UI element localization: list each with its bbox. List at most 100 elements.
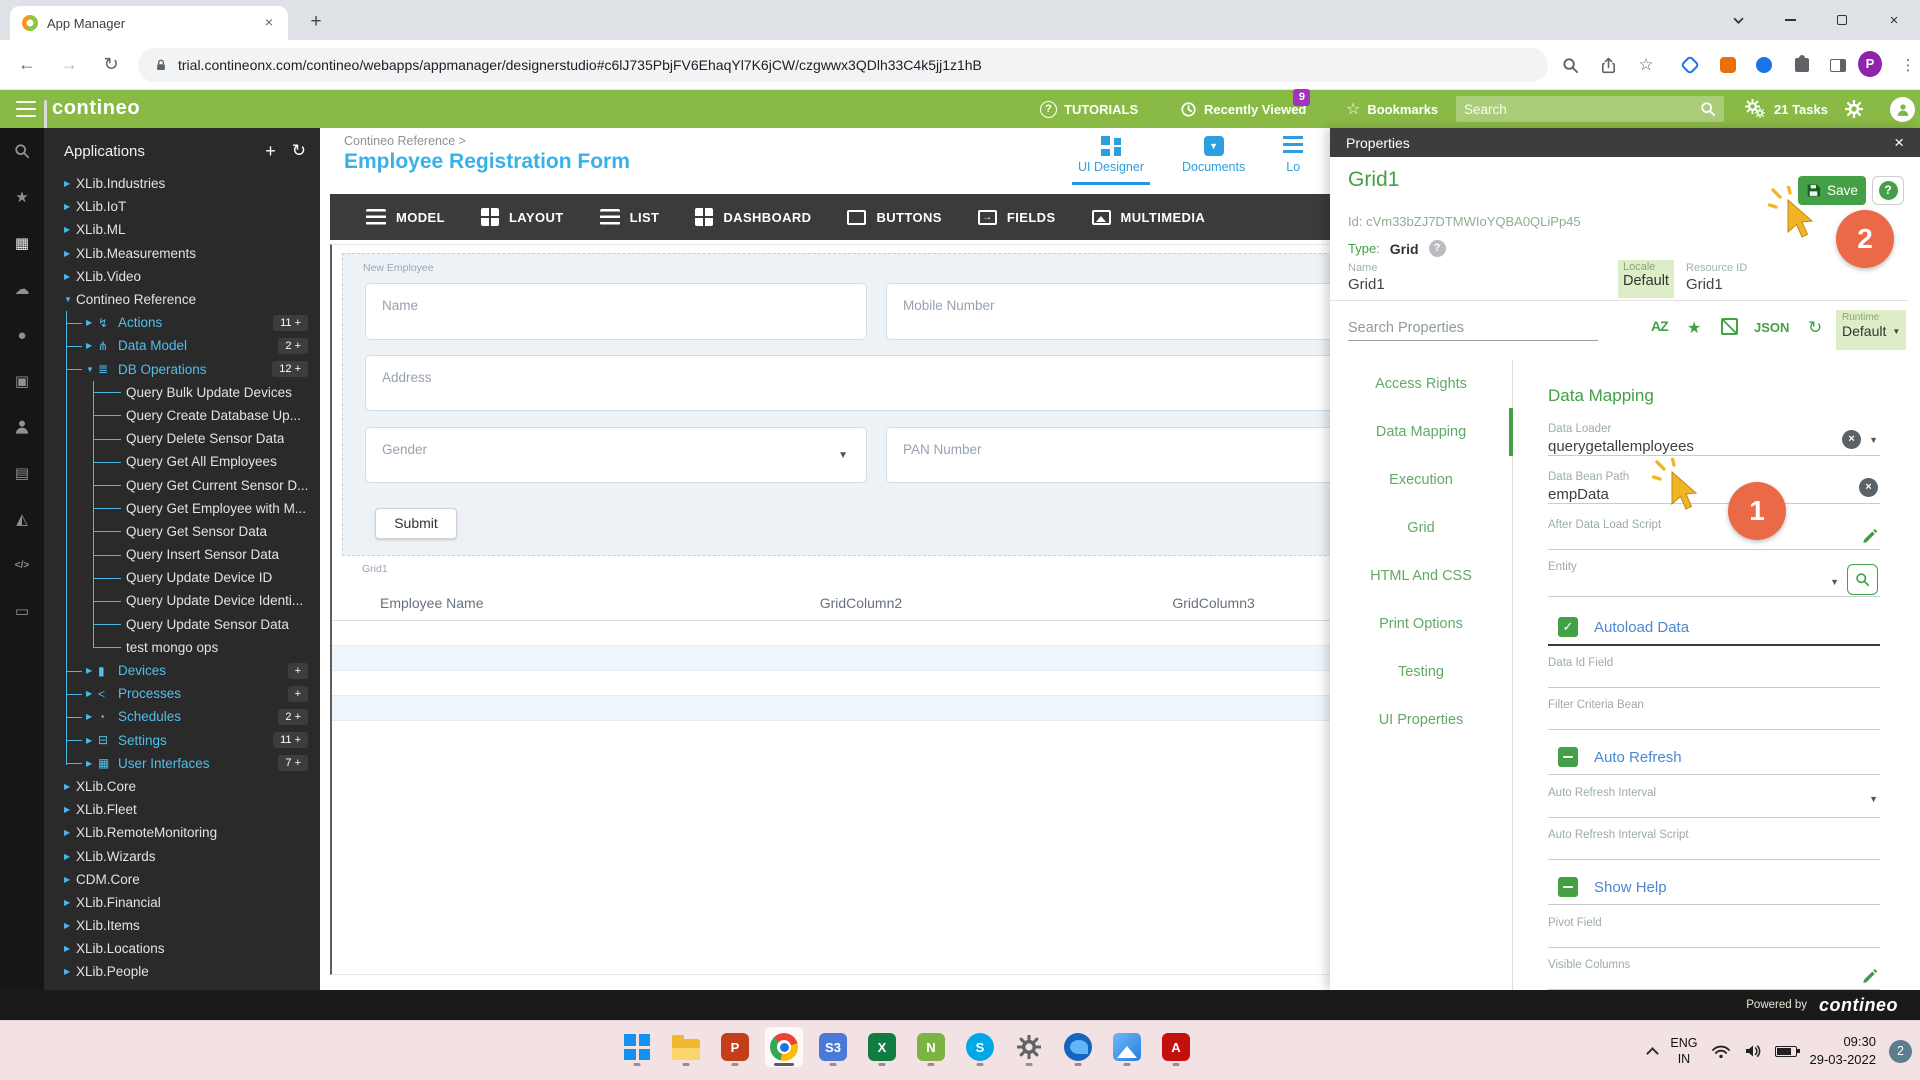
sidebar-item-xlib-fleet[interactable]: ▶XLib.Fleet (44, 798, 320, 821)
search-properties[interactable] (1348, 316, 1598, 341)
taskbar-acrobat[interactable]: A (1157, 1027, 1195, 1067)
sidebar-item-xlib-people[interactable]: ▶XLib.People (44, 960, 320, 983)
sidebar-item-query-update-sensor-data[interactable]: Query Update Sensor Data (44, 613, 320, 636)
taskbar-explorer[interactable] (667, 1027, 705, 1067)
type-help-icon[interactable]: ? (1429, 240, 1446, 257)
link-extension-icon[interactable] (1678, 53, 1702, 77)
sidebar-item-data-model[interactable]: ▶⋔Data Model2 + (44, 334, 320, 357)
submit-button[interactable]: Submit (375, 508, 457, 539)
sidebar-item-xlib-ml[interactable]: ▶XLib.ML (44, 218, 320, 241)
add-item-badge[interactable]: 11 + (273, 315, 308, 331)
search-properties-input[interactable] (1348, 316, 1598, 341)
bookmark-star-icon[interactable]: ☆ (1634, 53, 1658, 77)
sidebar-item-xlib-locations[interactable]: ▶XLib.Locations (44, 937, 320, 960)
record-icon[interactable]: ● (0, 312, 44, 358)
resource-id-value[interactable]: Grid1 (1686, 276, 1723, 293)
property-tab-access-rights[interactable]: Access Rights (1330, 360, 1512, 408)
sidebar-item-query-insert-sensor-data[interactable]: Query Insert Sensor Data (44, 543, 320, 566)
sidebar-item-query-get-all-employees[interactable]: Query Get All Employees (44, 450, 320, 473)
panel-help-button[interactable]: ? (1872, 176, 1904, 205)
refresh-icon[interactable]: ↻ (292, 141, 306, 161)
package-icon[interactable]: ▣ (0, 358, 44, 404)
menu-icon[interactable] (16, 101, 36, 117)
property-tab-data-mapping[interactable]: Data Mapping (1330, 408, 1512, 456)
tab-documents[interactable]: ▼Documents (1176, 132, 1251, 185)
property-tab-ui-properties[interactable]: UI Properties (1330, 696, 1512, 744)
sort-az-icon[interactable]: AZ (1651, 318, 1668, 334)
edit-pencil-icon[interactable] (1861, 526, 1878, 543)
settings-gear-icon[interactable] (1845, 100, 1863, 118)
sidebar-item-query-delete-sensor-data[interactable]: Query Delete Sensor Data (44, 427, 320, 450)
tree-expand-icon[interactable]: ▶ (86, 341, 98, 350)
sidebar-item-test-mongo-ops[interactable]: test mongo ops (44, 636, 320, 659)
breadcrumb[interactable]: Contineo Reference > (344, 134, 466, 148)
search-icon[interactable] (0, 128, 44, 174)
sidebar-item-processes[interactable]: ▶<Processes+ (44, 682, 320, 705)
bookmarks-button[interactable]: ☆ Bookmarks (1346, 90, 1438, 128)
notification-badge[interactable]: 2 (1889, 1040, 1912, 1063)
caret-down-icon[interactable]: ▼ (1869, 794, 1878, 804)
browser-menu-icon[interactable]: ⋮ (1896, 53, 1920, 77)
sidebar-item-settings[interactable]: ▶⊟Settings11 + (44, 729, 320, 752)
tree-expand-icon[interactable]: ▶ (64, 852, 76, 861)
minimize-button[interactable] (1764, 0, 1816, 40)
side-panel-icon[interactable] (1826, 53, 1850, 77)
show-help-checkbox[interactable] (1558, 877, 1578, 897)
tree-collapse-icon[interactable]: ▼ (64, 295, 76, 304)
search-icon[interactable] (1700, 101, 1716, 117)
add-item-badge[interactable]: + (288, 663, 308, 679)
close-button[interactable]: × (1868, 0, 1920, 40)
zoom-icon[interactable] (1558, 53, 1582, 77)
tree-expand-icon[interactable]: ▶ (64, 967, 76, 976)
sidebar-item-query-bulk-update-devices[interactable]: Query Bulk Update Devices (44, 381, 320, 404)
contacts-icon[interactable]: ▤ (0, 450, 44, 496)
sidebar-item-xlib-core[interactable]: ▶XLib.Core (44, 775, 320, 798)
cloud-icon[interactable]: ☁ (0, 266, 44, 312)
favorites-filter-icon[interactable]: ★ (1687, 318, 1701, 338)
toolbar-dashboard[interactable]: DASHBOARD (695, 208, 811, 226)
sidebar-item-contineo-reference[interactable]: ▼Contineo Reference (44, 288, 320, 311)
language-indicator[interactable]: ENG IN (1670, 1035, 1697, 1068)
sidebar-item-xlib-items[interactable]: ▶XLib.Items (44, 914, 320, 937)
sidebar-item-user-interfaces[interactable]: ▶▦User Interfaces7 + (44, 752, 320, 775)
grid-row[interactable] (332, 621, 1390, 646)
tree-expand-icon[interactable]: ▶ (64, 225, 76, 234)
tree-expand-icon[interactable]: ▶ (86, 736, 98, 745)
sidebar-item-query-get-employee-with-m-[interactable]: Query Get Employee with M... (44, 497, 320, 520)
hide-empty-icon[interactable] (1721, 318, 1738, 335)
mobile-number-field[interactable]: Mobile Number (886, 283, 1388, 340)
grid-row[interactable] (332, 646, 1390, 671)
taskbar-s3[interactable]: S3 (814, 1027, 852, 1067)
sidebar-item-actions[interactable]: ▶↯Actions11 + (44, 311, 320, 334)
tree-expand-icon[interactable]: ▶ (86, 666, 98, 675)
dropdown-caret-icon[interactable]: ▼ (838, 450, 848, 461)
property-tab-html-and-css[interactable]: HTML And CSS (1330, 552, 1512, 600)
tree-expand-icon[interactable]: ▶ (64, 875, 76, 884)
apps-grid-icon[interactable]: ▦ (0, 220, 44, 266)
taskbar-powerpoint[interactable]: P (716, 1027, 754, 1067)
taskbar-chrome[interactable] (765, 1027, 803, 1067)
clock[interactable]: 09:30 29-03-2022 (1810, 1033, 1877, 1068)
forward-button[interactable]: → (56, 52, 82, 78)
back-button[interactable]: ← (14, 52, 40, 78)
tasks-button[interactable]: 21 Tasks (1745, 90, 1828, 128)
name-field[interactable]: Name (365, 283, 867, 340)
toolbar-list[interactable]: LIST (600, 209, 660, 225)
add-item-badge[interactable]: 11 + (273, 732, 308, 748)
grid-row[interactable] (332, 696, 1390, 721)
tree-expand-icon[interactable]: ▶ (64, 179, 76, 188)
tree-expand-icon[interactable]: ▶ (64, 921, 76, 930)
tree-expand-icon[interactable]: ▶ (64, 249, 76, 258)
panel-close-icon[interactable]: × (1894, 133, 1904, 153)
recently-viewed-button[interactable]: Recently Viewed 9 (1180, 90, 1306, 128)
account-avatar[interactable] (1890, 97, 1915, 122)
add-item-badge[interactable]: 2 + (278, 338, 308, 354)
sidebar-item-schedules[interactable]: ▶◔Schedules2 + (44, 705, 320, 728)
new-tab-button[interactable]: + (302, 8, 330, 36)
add-item-badge[interactable]: 7 + (278, 755, 308, 771)
sidebar-item-cdm-core[interactable]: ▶CDM.Core (44, 868, 320, 891)
tree-expand-icon[interactable]: ▶ (64, 782, 76, 791)
employee-grid[interactable]: Employee NameGridColumn2GridColumn3 (332, 585, 1390, 721)
user-icon[interactable] (0, 404, 44, 450)
tree-expand-icon[interactable]: ▶ (64, 944, 76, 953)
